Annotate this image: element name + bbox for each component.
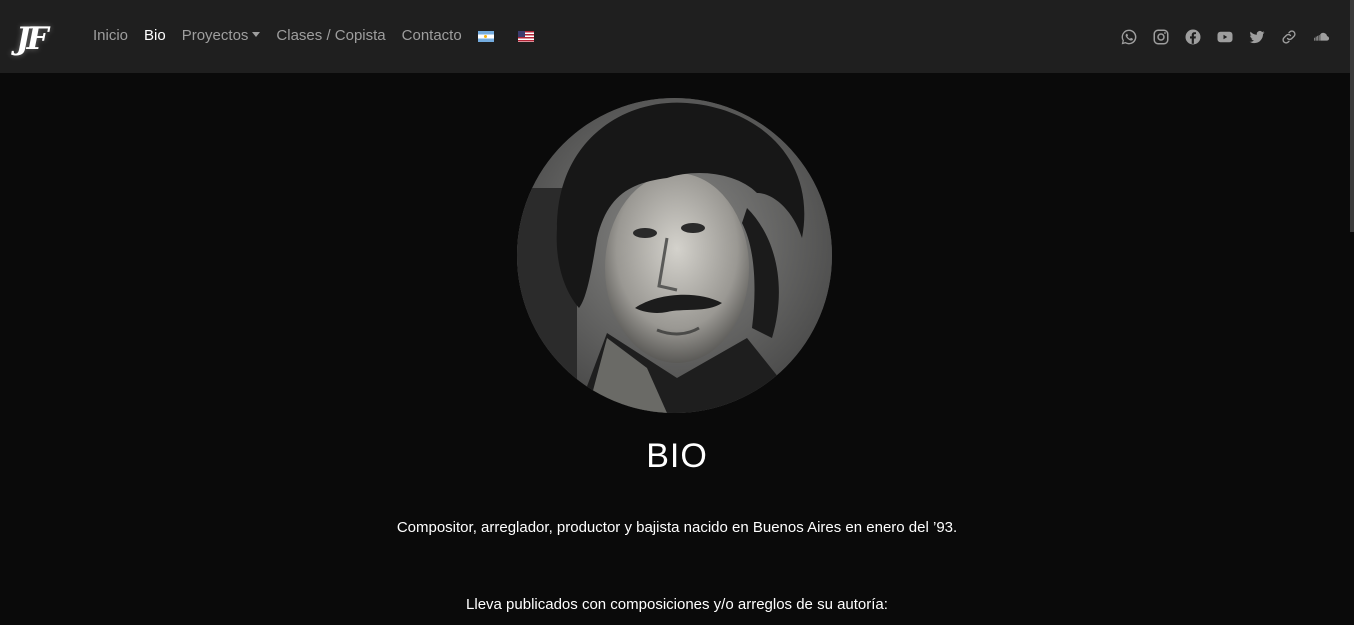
nav-link-proyectos-label: Proyectos [181,27,249,44]
nav-link-contacto[interactable]: Contacto [402,25,462,47]
nav-link-proyectos[interactable]: Proyectos [182,25,261,47]
nav-links: Inicio Bio Proyectos Clases / Copista Co… [93,25,558,47]
chevron-down-icon [252,32,261,37]
nav-link-clases-copista[interactable]: Clases / Copista [276,25,385,47]
argentina-flag-icon[interactable] [477,30,494,42]
nav-link-bio[interactable]: Bio [144,25,166,47]
bio-paragraph: Compositor, arreglador, productor y baji… [396,519,958,536]
scrollbar[interactable] [1350,0,1354,232]
bio-paragraph: Lleva publicados con composiciones y/o a… [466,596,888,613]
social-links [1106,28,1330,46]
whatsapp-icon[interactable] [1120,28,1138,46]
profile-photo [517,98,832,413]
soundcloud-icon[interactable] [1312,28,1330,46]
facebook-icon[interactable] [1184,28,1202,46]
instagram-icon[interactable] [1152,28,1170,46]
youtube-icon[interactable] [1216,28,1234,46]
usa-flag-icon[interactable] [517,30,534,42]
navbar: JF Inicio Bio Proyectos Clases / Copista… [0,0,1354,73]
page-title: BIO [646,437,708,475]
twitter-icon[interactable] [1248,28,1266,46]
site-logo[interactable]: JF [16,20,62,58]
link-icon[interactable] [1280,28,1298,46]
nav-link-inicio[interactable]: Inicio [93,25,128,47]
